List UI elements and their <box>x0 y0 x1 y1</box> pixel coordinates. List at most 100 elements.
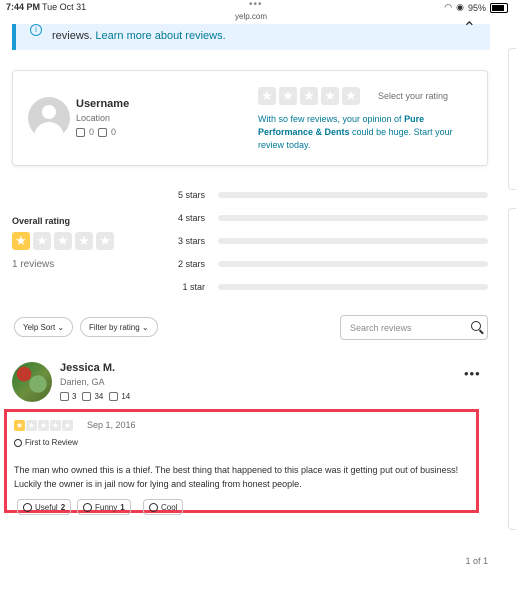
overall-star-4 <box>75 232 93 250</box>
dist-label-2: 2 stars <box>177 259 205 269</box>
search-icon[interactable] <box>471 321 481 331</box>
learn-more-link[interactable]: Learn more about reviews. <box>95 30 225 42</box>
more-options-icon[interactable]: ••• <box>464 366 481 381</box>
rating-star-5[interactable] <box>342 87 360 105</box>
badge-icon <box>14 438 22 447</box>
status-right: ◠ ◉ 95% <box>444 2 508 13</box>
reviewer-reviews: 34 <box>82 392 103 401</box>
reviewer-photos: 14 <box>109 392 130 401</box>
status-bar: 7:44 PM Tue Oct 31 ••• yelp.com ◠ ◉ 95% <box>0 0 516 24</box>
side-card-edge <box>508 208 516 530</box>
filter-dropdown[interactable]: Filter by rating ⌄ <box>80 317 158 337</box>
reviewer-location: Darien, GA <box>60 377 105 387</box>
dist-row-4[interactable]: 4 stars <box>165 212 488 224</box>
avatar-head <box>42 105 56 119</box>
rating-star-4[interactable] <box>321 87 339 105</box>
overall-rating-stars <box>12 232 117 250</box>
more-dots-icon[interactable]: ••• <box>249 0 263 10</box>
dist-label-4: 4 stars <box>177 213 205 223</box>
photo-icon <box>109 392 119 401</box>
dist-label-1: 1 star <box>182 282 205 292</box>
wifi-icon: ◠ <box>444 2 453 12</box>
useful-count: 2 <box>60 502 66 512</box>
review-count: 1 reviews <box>12 259 55 270</box>
reviewer-photos-count: 14 <box>121 392 131 401</box>
badge-label: First to Review <box>25 438 78 447</box>
info-banner: i reviews. Learn more about reviews. ⌃ <box>12 20 490 50</box>
dist-row-1[interactable]: 1 star <box>165 281 488 293</box>
friends-icon <box>60 392 69 401</box>
status-time: 7:44 PM <box>6 2 41 12</box>
username: Username <box>76 98 130 110</box>
dist-row-2[interactable]: 2 stars <box>165 258 488 270</box>
useful-button[interactable]: Useful 2 <box>17 499 72 515</box>
reviewer-friends-count: 3 <box>72 392 77 401</box>
sort-dropdown[interactable]: Yelp Sort ⌄ <box>14 317 74 337</box>
write-review-card: Username Location 0 0 Select your rating… <box>12 70 488 166</box>
funny-label: Funny <box>95 502 118 512</box>
reviewer-name[interactable]: Jessica M. <box>60 362 115 374</box>
review-star-3 <box>38 420 49 431</box>
avatar <box>28 97 70 139</box>
reviewer-reviews-count: 34 <box>94 392 104 401</box>
dist-row-5[interactable]: 5 stars <box>165 189 488 201</box>
first-to-review-badge: First to Review <box>14 438 78 447</box>
info-icon: i <box>30 24 42 36</box>
rating-selector: Select your rating <box>258 87 448 105</box>
overall-star-1 <box>12 232 30 250</box>
banner-text: reviews. Learn more about reviews. <box>52 30 226 42</box>
review-star-2 <box>26 420 37 431</box>
review-star-1 <box>14 420 25 431</box>
dist-bar-3 <box>218 238 488 244</box>
dist-label-3: 3 stars <box>177 236 205 246</box>
status-date: Tue Oct 31 <box>42 2 87 12</box>
review-item: Sep 1, 2016 First to Review The man who … <box>4 409 479 515</box>
side-card-edge <box>508 48 516 190</box>
user-location: Location <box>76 113 111 123</box>
dist-label-5: 5 stars <box>177 190 205 200</box>
rating-star-2[interactable] <box>279 87 297 105</box>
rating-star-1[interactable] <box>258 87 276 105</box>
reviewer-avatar[interactable] <box>12 362 52 402</box>
funny-count: 1 <box>120 502 125 512</box>
overall-star-3 <box>54 232 72 250</box>
cta-prefix: With so few reviews, your opinion of <box>258 114 402 124</box>
funny-button[interactable]: Funny 1 <box>77 499 131 515</box>
useful-label: Useful <box>35 502 58 512</box>
dist-bar-2 <box>218 261 488 267</box>
review-cta[interactable]: With so few reviews, your opinion of Pur… <box>258 113 473 152</box>
rating-star-3[interactable] <box>300 87 318 105</box>
dist-bar-1 <box>218 284 488 290</box>
dist-row-3[interactable]: 3 stars <box>165 235 488 247</box>
chevron-down-icon: ⌄ <box>55 322 65 332</box>
battery-percent: 95% <box>467 2 486 13</box>
search-placeholder: Search reviews <box>350 323 412 333</box>
close-icon[interactable]: ⌃ <box>463 18 476 38</box>
reviewer-friends: 3 <box>60 392 76 401</box>
review-date: Sep 1, 2016 <box>87 420 136 430</box>
cool-icon <box>149 502 158 512</box>
user-counts: 0 0 <box>76 127 116 137</box>
select-rating-label: Select your rating <box>378 91 449 101</box>
chevron-down-icon: ⌄ <box>139 322 149 332</box>
overall-rating-title: Overall rating <box>12 216 71 226</box>
cool-label: Cool <box>161 502 178 512</box>
funny-icon <box>83 502 92 512</box>
sort-label: Yelp Sort <box>23 322 56 332</box>
battery-icon <box>490 2 508 13</box>
search-input[interactable]: Search reviews <box>340 315 488 340</box>
review-rating-stars <box>14 420 74 431</box>
star-icon <box>82 392 92 401</box>
avatar-shoulders <box>34 122 64 139</box>
friends-count: 0 <box>89 127 95 137</box>
dist-bar-4 <box>218 215 488 221</box>
banner-text-prefix: reviews. <box>52 30 93 42</box>
cool-button[interactable]: Cool <box>143 499 184 515</box>
review-star-5 <box>62 420 73 431</box>
useful-icon <box>23 502 32 512</box>
overall-star-2 <box>33 232 51 250</box>
address-url[interactable]: yelp.com <box>235 12 267 21</box>
reviews-icon <box>98 127 108 137</box>
pagination: 1 of 1 <box>465 556 488 566</box>
overall-star-5 <box>96 232 114 250</box>
